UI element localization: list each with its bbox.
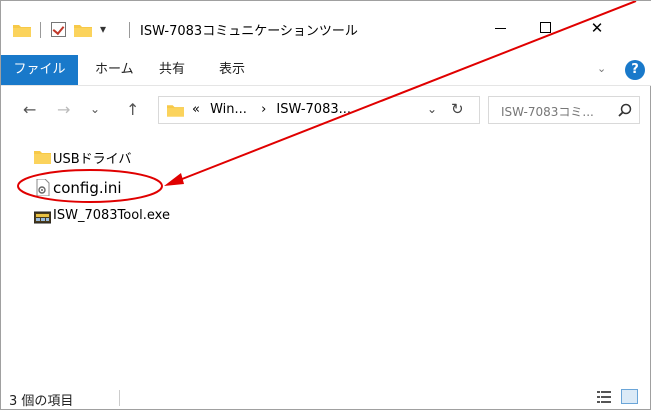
file-name: USBドライバ: [53, 152, 132, 167]
tab-view[interactable]: 表示: [219, 55, 245, 85]
settings-file-icon: [36, 179, 50, 196]
breadcrumb-item[interactable]: ISW-7083...: [276, 102, 351, 117]
navigation-bar: ← → ⌄ ↑ « Win... › ISW-7083... ⌄ ↻ ISW-7…: [1, 86, 651, 136]
folder-icon: [13, 25, 31, 37]
expand-ribbon-icon[interactable]: ⌄: [597, 62, 606, 75]
file-name: ISW_7083Tool.exe: [53, 208, 170, 223]
title-bar: ▾ ISW-7083コミュニケーションツール ✕: [1, 1, 651, 55]
up-button[interactable]: ↑: [126, 100, 139, 119]
quick-access-dropdown[interactable]: ▾: [100, 22, 106, 36]
ribbon: ファイル ホーム 共有 表示 ⌄ ?: [1, 55, 651, 86]
search-icon: [618, 103, 632, 117]
window-title: ISW-7083コミュニケーションツール: [140, 24, 358, 39]
minimize-button[interactable]: [477, 13, 523, 43]
folder-icon: [34, 151, 51, 164]
recent-locations-button[interactable]: ⌄: [90, 102, 100, 116]
search-box[interactable]: ISW-7083コミ...: [488, 96, 640, 124]
address-bar[interactable]: « Win... › ISW-7083... ⌄ ↻: [158, 96, 480, 124]
new-folder-icon[interactable]: [74, 23, 92, 37]
back-button[interactable]: ←: [23, 100, 36, 119]
tab-home[interactable]: ホーム: [95, 55, 134, 85]
refresh-button[interactable]: ↻: [451, 100, 464, 118]
help-icon[interactable]: ?: [625, 60, 645, 80]
breadcrumb-overflow[interactable]: «: [192, 102, 200, 117]
tab-share[interactable]: 共有: [159, 55, 185, 85]
search-input[interactable]: ISW-7083コミ...: [501, 103, 594, 120]
tab-file[interactable]: ファイル: [1, 55, 78, 85]
separator: [129, 22, 130, 38]
status-bar: 3 個の項目: [1, 386, 651, 411]
breadcrumb-item[interactable]: Win...: [210, 102, 247, 117]
item-count: 3 個の項目: [9, 394, 74, 409]
address-dropdown-button[interactable]: ⌄: [427, 102, 437, 116]
maximize-button[interactable]: [523, 13, 569, 43]
separator: [119, 390, 120, 406]
separator: [40, 22, 41, 38]
maximize-icon: [540, 22, 551, 33]
exe-icon: [34, 211, 51, 224]
file-list: USBドライバ config.ini ISW_7083Tool.exe: [1, 136, 651, 376]
large-icons-view-icon[interactable]: [621, 389, 638, 404]
folder-icon: [167, 105, 184, 117]
breadcrumb: « Win... › ISW-7083...: [192, 102, 351, 117]
close-button[interactable]: ✕: [574, 13, 620, 43]
breadcrumb-separator[interactable]: ›: [261, 102, 266, 117]
properties-icon[interactable]: [51, 22, 66, 37]
details-view-icon[interactable]: [597, 390, 611, 404]
file-name: config.ini: [53, 179, 122, 197]
forward-button[interactable]: →: [57, 100, 70, 119]
explorer-window: ▾ ISW-7083コミュニケーションツール ✕ ファイル ホーム 共有 表示 …: [0, 0, 651, 410]
minimize-icon: [495, 28, 506, 29]
